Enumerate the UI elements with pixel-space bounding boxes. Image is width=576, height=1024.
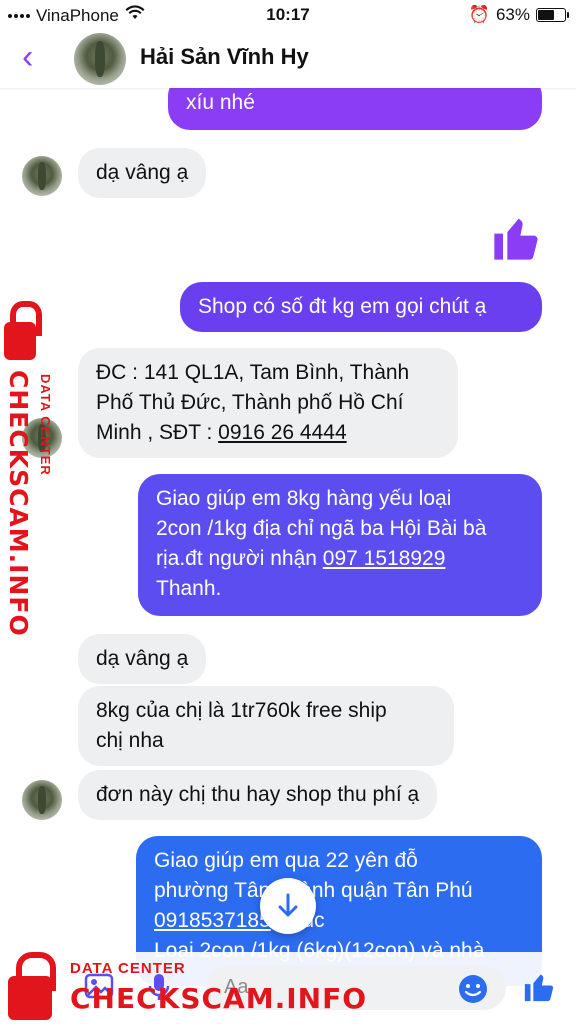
thumbs-up-icon[interactable]: [522, 970, 556, 1011]
message-line-prefix: Minh , SĐT :: [96, 421, 219, 444]
message-line: Phố Thủ Đức, Thành phố Hồ Chí: [96, 391, 404, 414]
message-line: phường Tân Thành quận Tân Phú: [154, 879, 473, 902]
message-text: dạ vâng ạ: [96, 161, 189, 184]
contact-name[interactable]: Hải Sản Vĩnh Hy: [140, 44, 309, 70]
battery-level: [538, 10, 555, 20]
conversation-header: ‹ Hải Sản Vĩnh Hy: [0, 30, 576, 88]
contact-avatar-small: [22, 780, 62, 820]
contact-avatar[interactable]: [74, 33, 126, 85]
watermark-brand: CHECKSCAM.INFO: [4, 370, 33, 637]
message-text: đơn này chị thu hay shop thu phí ạ: [96, 783, 420, 806]
message-incoming[interactable]: đơn này chị thu hay shop thu phí ạ: [78, 770, 438, 820]
message-line: Giao giúp em 8kg hàng yếu loại: [156, 487, 452, 510]
battery-icon: [536, 8, 569, 22]
message-line: ĐC : 141 QL1A, Tam Bình, Thành: [96, 361, 410, 384]
contact-avatar-small: [22, 156, 62, 196]
status-bar: VinaPhone 10:17 ⏰ 63%: [0, 0, 576, 30]
message-line: rịa.đt người nhận 097 1518929: [156, 544, 524, 574]
message-incoming[interactable]: 8kg của chị là 1tr760k free ship chị nha: [78, 686, 454, 766]
message-line: Thanh.: [156, 577, 222, 600]
message-incoming[interactable]: dạ vâng ạ: [78, 148, 207, 198]
emoji-icon[interactable]: [458, 974, 488, 1011]
like-icon[interactable]: [490, 212, 542, 264]
watermark-label: DATA CENTER: [70, 960, 186, 977]
message-text: dạ vâng ạ: [96, 647, 189, 670]
message-outgoing[interactable]: Giao giúp em 8kg hàng yếu loại 2con /1kg…: [138, 474, 542, 616]
battery-percent: 63%: [495, 5, 530, 24]
back-chevron-icon[interactable]: ‹: [22, 40, 33, 74]
message-line: chị nha: [96, 729, 164, 752]
watermark-brand: CHECKSCAM.INFO: [70, 982, 368, 1015]
message-text: xíu nhé: [186, 91, 255, 114]
chat-screen: VinaPhone 10:17 ⏰ 63% ‹ Hải Sản Vĩnh Hy …: [0, 0, 576, 1024]
message-line: 8kg của chị là 1tr760k free ship: [96, 699, 387, 722]
message-line: 0918537185 Phúc: [154, 906, 524, 936]
phone-link[interactable]: 097 1518929: [323, 547, 446, 570]
alarm-icon: ⏰: [468, 5, 490, 24]
message-text: Shop có số đt kg em gọi chút ạ: [198, 295, 487, 318]
message-incoming[interactable]: dạ vâng ạ: [78, 634, 207, 684]
message-incoming[interactable]: ĐC : 141 QL1A, Tam Bình, Thành Phố Thủ Đ…: [78, 348, 458, 458]
message-line: 2con /1kg địa chỉ ngã ba Hội Bài bà: [156, 517, 487, 540]
watermark-side: CHECKSCAM.INFO DATA CENTER: [4, 301, 64, 637]
phone-link[interactable]: 0916 26 4444: [218, 421, 346, 444]
message-line: Minh , SĐT : 0916 26 4444: [96, 418, 440, 448]
message-outgoing[interactable]: Shop có số đt kg em gọi chút ạ: [180, 282, 542, 332]
scroll-down-arrow-icon[interactable]: [260, 878, 316, 934]
message-line-prefix: rịa.đt người nhận: [156, 547, 323, 570]
lock-icon: [8, 951, 57, 1020]
status-right: ⏰ 63%: [468, 5, 569, 25]
lock-icon: [4, 301, 43, 360]
watermark-bottom: DATA CENTER CHECKSCAM.INFO: [0, 951, 366, 1024]
watermark-label: DATA CENTER: [38, 374, 53, 476]
message-line: Giao giúp em qua 22 yên đỗ: [154, 849, 418, 872]
phone-link[interactable]: 0918537185: [154, 909, 271, 932]
